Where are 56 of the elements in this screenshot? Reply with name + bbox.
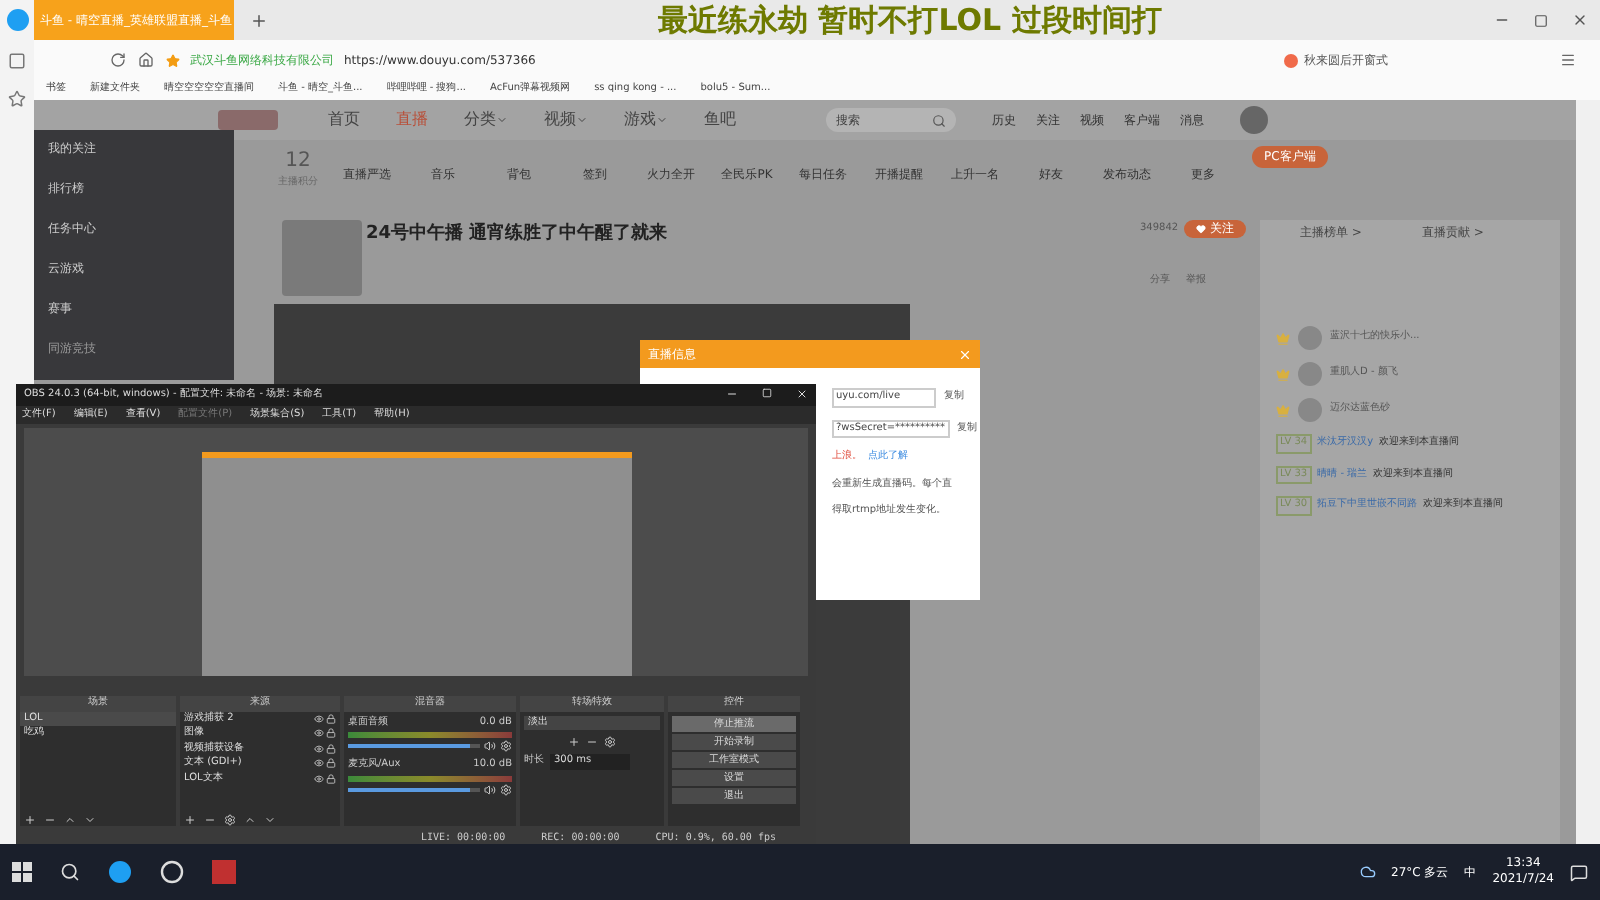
eye-icon[interactable] <box>314 728 324 739</box>
reload-icon[interactable] <box>110 52 126 68</box>
add-icon[interactable] <box>568 736 580 749</box>
remove-icon[interactable] <box>204 813 216 825</box>
lock-icon[interactable] <box>326 743 336 754</box>
settings-icon[interactable] <box>604 736 616 749</box>
eye-icon[interactable] <box>314 743 324 754</box>
streamer-avatar <box>282 220 362 296</box>
crown-icon <box>1276 331 1290 345</box>
up-icon[interactable] <box>244 813 256 825</box>
lock-icon[interactable] <box>326 758 336 769</box>
nav-link[interactable]: 视频 <box>544 108 588 132</box>
down-icon[interactable] <box>264 813 276 825</box>
user-avatar <box>1298 362 1322 386</box>
nav-link[interactable]: 鱼吧 <box>704 108 736 132</box>
minimize-icon[interactable] <box>726 388 738 401</box>
lock-icon[interactable] <box>326 773 336 784</box>
stream-caption: 最近练永劫 暂时不打LOL 过段时间打 <box>658 0 1162 42</box>
stream-title: 24号中午播 通宵练胜了中午醒了就来 <box>366 222 668 248</box>
menu-icon[interactable] <box>1560 52 1576 68</box>
heart-icon <box>1196 224 1207 234</box>
browser-logo-icon <box>5 8 29 32</box>
speaker-icon[interactable] <box>484 783 496 796</box>
user-avatar <box>1298 326 1322 350</box>
remove-icon[interactable] <box>44 813 56 825</box>
add-icon[interactable] <box>184 813 196 825</box>
eye-icon[interactable] <box>314 713 324 724</box>
add-icon[interactable] <box>24 813 36 825</box>
settings-icon[interactable] <box>500 740 512 753</box>
down-icon[interactable] <box>84 813 96 825</box>
nav-link[interactable]: 首页 <box>328 108 360 132</box>
lock-icon[interactable] <box>326 713 336 724</box>
star-icon[interactable] <box>8 90 26 108</box>
up-icon[interactable] <box>64 813 76 825</box>
eye-icon[interactable] <box>314 773 324 784</box>
notification-icon[interactable] <box>1570 863 1588 881</box>
panel-icon[interactable] <box>8 52 26 70</box>
crown-icon <box>1276 403 1290 417</box>
nav-link[interactable]: 分类 <box>464 108 508 132</box>
crown-icon <box>1276 367 1290 381</box>
remove-icon[interactable] <box>586 736 598 749</box>
browser-icon[interactable] <box>108 860 132 884</box>
cloud-icon[interactable] <box>1359 864 1375 880</box>
start-icon[interactable] <box>12 862 32 882</box>
settings-icon[interactable] <box>224 813 236 825</box>
nav-link[interactable]: 游戏 <box>624 108 668 132</box>
lock-icon[interactable] <box>326 728 336 739</box>
close-icon[interactable] <box>1572 12 1588 28</box>
eye-icon[interactable] <box>314 758 324 769</box>
home-icon[interactable] <box>138 52 154 68</box>
score-value: 12 <box>285 148 311 176</box>
speaker-icon[interactable] <box>484 740 496 753</box>
maximize-icon[interactable] <box>1534 13 1548 27</box>
settings-icon[interactable] <box>500 783 512 796</box>
new-tab-icon[interactable] <box>250 11 268 29</box>
user-avatar <box>1298 398 1322 422</box>
